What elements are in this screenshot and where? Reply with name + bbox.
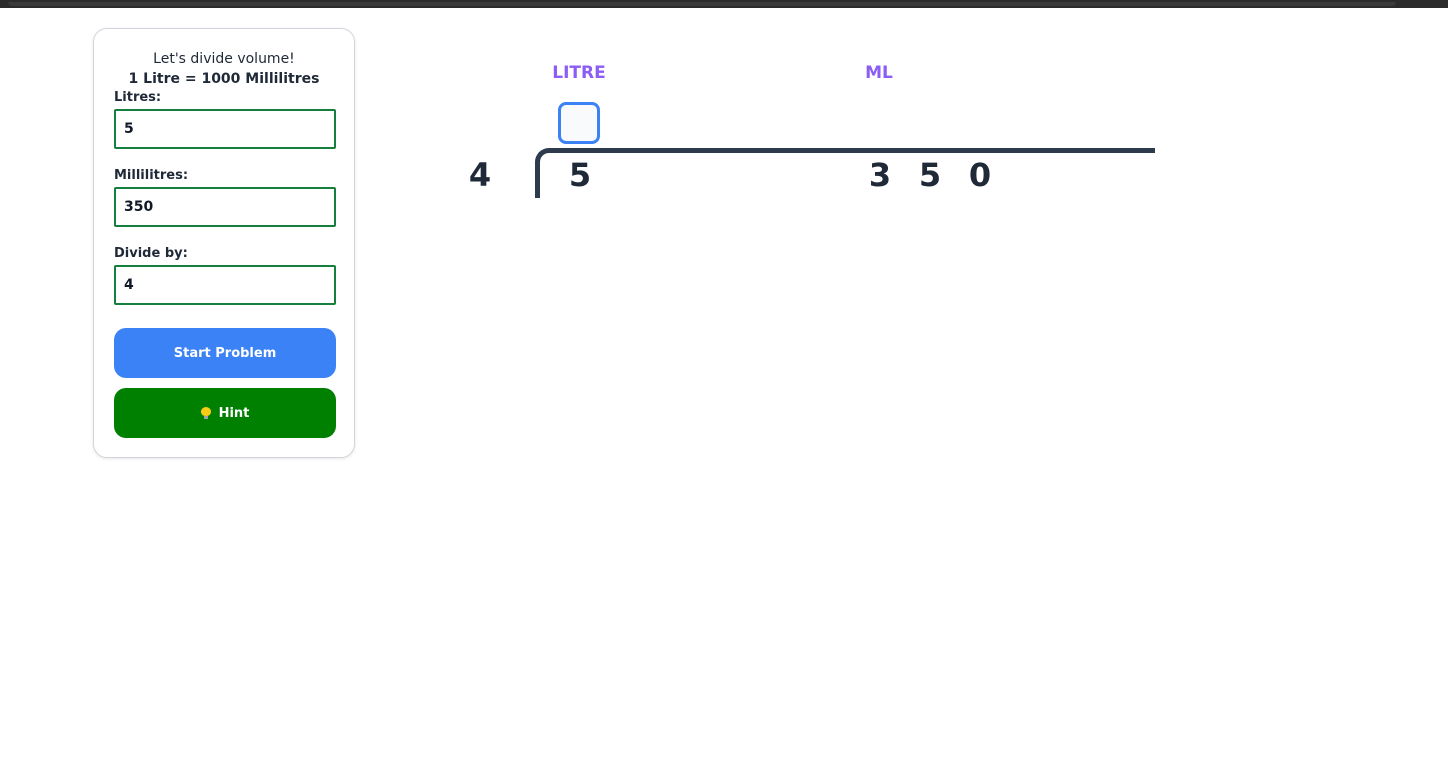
- ml-digit-tens: 5: [918, 156, 942, 194]
- litre-answer-input[interactable]: [558, 102, 600, 144]
- litre-digit: 5: [568, 156, 592, 194]
- division-bracket: [535, 148, 1155, 198]
- conversion-rule: 1 Litre = 1000 Millilitres: [128, 71, 320, 87]
- hint-label: Hint: [218, 405, 250, 421]
- ml-column-header: ML: [865, 63, 893, 83]
- divide-by-input[interactable]: [114, 265, 336, 305]
- ml-digit-ones: 0: [968, 156, 992, 194]
- litre-column-header: LITRE: [552, 63, 606, 83]
- millilitres-input[interactable]: [114, 187, 336, 227]
- millilitres-label: Millilitres:: [114, 168, 189, 183]
- start-problem-button[interactable]: Start Problem: [114, 328, 336, 378]
- window-top-bar-edge: [8, 2, 1396, 6]
- control-panel: Let's divide volume! 1 Litre = 1000 Mill…: [93, 28, 355, 458]
- window-top-bar: [0, 0, 1448, 8]
- lightbulb-icon: [200, 406, 211, 420]
- start-problem-label: Start Problem: [173, 345, 277, 361]
- hint-button[interactable]: Hint: [114, 388, 336, 438]
- litres-input[interactable]: [114, 109, 336, 149]
- divide-by-label: Divide by:: [114, 246, 188, 261]
- panel-intro: Let's divide volume!: [153, 51, 295, 67]
- divisor-number: 4: [468, 156, 492, 194]
- ml-digit-hundreds: 3: [868, 156, 892, 194]
- litres-label: Litres:: [114, 90, 162, 105]
